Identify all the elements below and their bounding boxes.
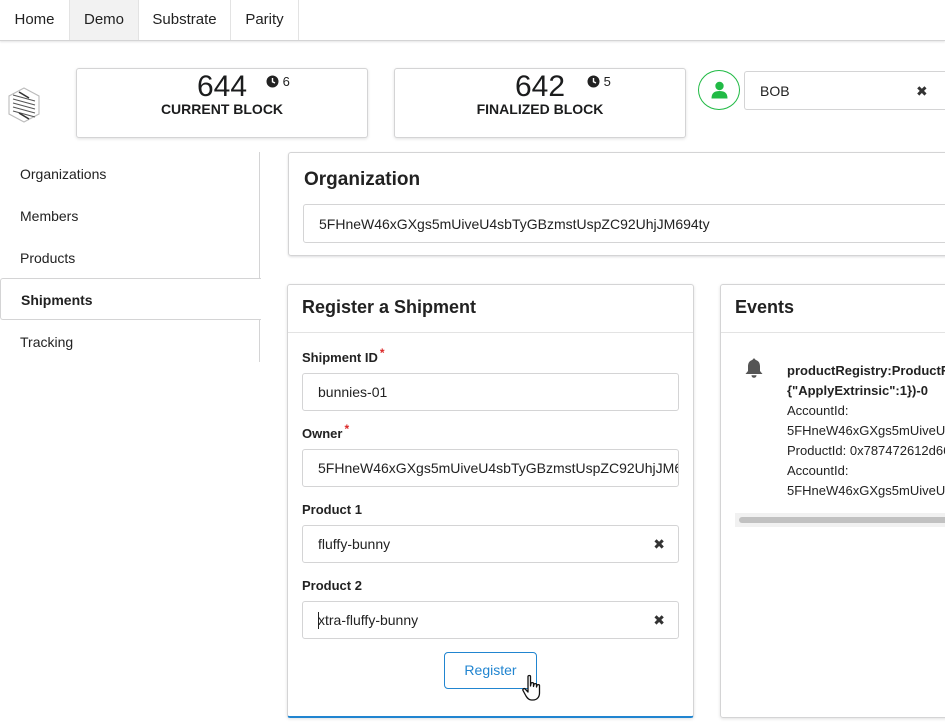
product-1-label: Product 1: [302, 502, 362, 517]
finalized-block-elapsed: 5: [587, 74, 611, 89]
owner-label: Owner *: [302, 422, 349, 441]
sidebar-item-organizations[interactable]: Organizations: [0, 153, 260, 195]
owner-value: 5FHneW46xGXgs5mUiveU4sbTyGBzmstUspZC92Uh…: [318, 460, 679, 476]
current-block-elapsed-value: 6: [282, 74, 290, 89]
clear-icon[interactable]: ✖: [653, 612, 665, 629]
sidebar: Organizations Members Products Shipments…: [0, 152, 261, 363]
substrate-logo-icon: [8, 87, 40, 123]
required-marker: *: [344, 422, 350, 436]
account-select[interactable]: BOB ✖: [744, 71, 945, 110]
product-1-value: fluffy-bunny: [318, 536, 391, 552]
owner-label-text: Owner: [302, 426, 343, 441]
events-card: Events productRegistry:ProductRegistered…: [720, 284, 945, 718]
tab-demo[interactable]: Demo: [70, 0, 139, 40]
user-icon: [711, 81, 728, 99]
sidebar-item-shipments[interactable]: Shipments: [0, 278, 261, 320]
account-avatar-button[interactable]: [698, 70, 740, 110]
required-marker: *: [379, 346, 385, 360]
product-2-label: Product 2: [302, 578, 362, 593]
current-block-card: 644 CURRENT BLOCK 6: [76, 68, 368, 138]
register-shipment-card: Register a Shipment Shipment ID * bunnies…: [287, 284, 694, 718]
finalized-block-card: 642 FINALIZED BLOCK 5: [394, 68, 686, 138]
clear-icon[interactable]: ✖: [653, 536, 665, 553]
sidebar-item-members[interactable]: Members: [0, 195, 260, 237]
event-phase: {"ApplyExtrinsic":1})-0: [787, 383, 928, 398]
tab-parity[interactable]: Parity: [231, 0, 299, 40]
bell-icon: [745, 358, 763, 378]
organization-segment: Organization 5FHneW46xGXgs5mUiveU4sbTyGB…: [288, 152, 945, 256]
clear-icon[interactable]: ✖: [916, 83, 928, 100]
register-shipment-header: Register a Shipment: [288, 285, 693, 333]
event-line: AccountId:: [787, 403, 849, 418]
product-2-select[interactable]: xtra-fluffy-bunny ✖: [302, 601, 679, 639]
owner-input[interactable]: 5FHneW46xGXgs5mUiveU4sbTyGBzmstUspZC92Uh…: [302, 449, 679, 487]
event-line: 5FHneW46xGXgs5mUiveU4sbTyGBzmstUspZC92Uh…: [787, 423, 945, 438]
top-menu: Home Demo Substrate Parity: [0, 0, 945, 41]
organization-title: Organization: [304, 169, 421, 190]
finalized-block-elapsed-value: 5: [603, 74, 611, 89]
scrollbar-thumb[interactable]: [739, 517, 945, 523]
sidebar-item-products[interactable]: Products: [0, 237, 260, 279]
organization-value: 5FHneW46xGXgs5mUiveU4sbTyGBzmstUspZC92Uh…: [319, 216, 710, 232]
clock-icon: [266, 75, 279, 88]
product-2-value: xtra-fluffy-bunny: [318, 612, 419, 628]
product-1-select[interactable]: fluffy-bunny ✖: [302, 525, 679, 563]
shipment-id-value: bunnies-01: [318, 384, 388, 400]
tab-home[interactable]: Home: [0, 0, 70, 40]
current-block-label: CURRENT BLOCK: [160, 101, 284, 117]
organization-select[interactable]: 5FHneW46xGXgs5mUiveU4sbTyGBzmstUspZC92Uh…: [303, 204, 945, 243]
event-line: 5FHneW46xGXgs5mUiveU4sbTyGBzmstUspZC92Uh…: [787, 483, 945, 498]
events-horizontal-scrollbar[interactable]: [735, 513, 945, 527]
event-item: productRegistry:ProductRegistered {"Appl…: [787, 361, 945, 501]
text-caret: [318, 612, 319, 629]
event-line: AccountId:: [787, 463, 849, 478]
finalized-block-number: 642: [514, 70, 566, 103]
events-header: Events: [721, 285, 945, 333]
sidebar-item-tracking[interactable]: Tracking: [0, 321, 260, 363]
events-title: Events: [735, 297, 795, 317]
shipment-id-input[interactable]: bunnies-01: [302, 373, 679, 411]
shipment-id-label: Shipment ID *: [302, 346, 385, 365]
event-line: ProductId: 0x787472612d666c756666792d627…: [787, 443, 945, 458]
event-title: productRegistry:ProductRegistered: [787, 363, 945, 378]
finalized-block-label: FINALIZED BLOCK: [476, 101, 604, 117]
shipment-id-label-text: Shipment ID: [302, 350, 378, 365]
clock-icon: [587, 75, 600, 88]
tab-substrate[interactable]: Substrate: [139, 0, 231, 40]
current-block-number: 644: [196, 70, 248, 103]
account-select-value: BOB: [760, 83, 790, 99]
current-block-elapsed: 6: [266, 74, 290, 89]
register-shipment-title: Register a Shipment: [302, 297, 477, 317]
hand-pointer-cursor-icon: [522, 674, 541, 701]
